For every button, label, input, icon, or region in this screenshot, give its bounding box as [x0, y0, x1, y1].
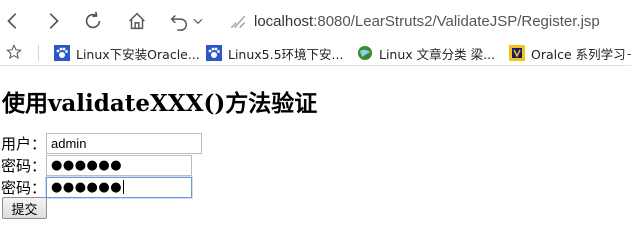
history-dropdown[interactable] [190, 8, 206, 34]
chevron-down-icon [193, 18, 203, 25]
confirm-password-mask: ●●●●●● [51, 179, 123, 195]
home-button[interactable] [124, 8, 150, 34]
page-info-icon [230, 15, 246, 29]
undo-icon [170, 14, 187, 31]
url-host: localhost [254, 12, 314, 30]
password-input[interactable]: ●●●●●● [46, 154, 193, 176]
page-title: 使用validateXXX()方法验证 [2, 90, 318, 117]
bookmark-label: Linux下安装Oracle... [76, 46, 200, 62]
home-icon [129, 12, 145, 30]
browser-toolbar: localhost:8080/LearStruts2/ValidateJSP/R… [0, 0, 631, 40]
username-input[interactable] [46, 132, 203, 154]
bookmark-separator [38, 45, 39, 61]
chevron-right-icon [49, 13, 59, 29]
reload-button[interactable] [80, 8, 106, 34]
confirm-password-row: 密码： ●●●●●● [1, 176, 193, 198]
text-caret [123, 180, 125, 194]
bookmark-label: Oralce 系列学习－ [531, 46, 631, 62]
bookmark-item[interactable]: Linux下安装Oracle... [54, 43, 200, 63]
paw-icon [206, 45, 222, 61]
chevron-left-icon [7, 13, 17, 29]
bookmark-label: Linux5.5环境下安... [228, 46, 344, 62]
undo-close-tab-button[interactable] [166, 8, 192, 34]
confirm-password-input[interactable]: ●●●●●● [46, 176, 193, 198]
confirm-password-label: 密码： [1, 178, 47, 197]
address-bar[interactable]: localhost:8080/LearStruts2/ValidateJSP/R… [228, 8, 600, 34]
submit-button[interactable]: 提交 [2, 197, 47, 219]
bookmarks-bar: Linux下安装Oracle... Linux5.5环境下安... Linux … [0, 40, 631, 66]
password-label: 密码： [1, 156, 47, 175]
url-path: :8080/LearStruts2/ValidateJSP/Register.j… [313, 12, 600, 30]
bookmark-item[interactable]: Oralce 系列学习－ [509, 43, 631, 63]
password-row: 密码： ●●●●●● [1, 154, 193, 176]
bookmark-item[interactable]: Linux5.5环境下安... [206, 43, 343, 63]
username-label: 用户： [1, 134, 47, 153]
star-icon[interactable] [6, 44, 22, 60]
bookmark-label: Linux 文章分类 梁... [379, 46, 496, 62]
reload-icon [85, 11, 101, 29]
paw-icon [54, 45, 70, 61]
book-icon [509, 45, 525, 61]
globe-icon [358, 46, 372, 60]
username-row: 用户： [1, 132, 203, 154]
back-button[interactable] [0, 8, 26, 34]
bookmark-item[interactable]: Linux 文章分类 梁... [357, 43, 495, 63]
forward-button[interactable] [40, 8, 66, 34]
password-mask: ●●●●●● [51, 157, 123, 173]
